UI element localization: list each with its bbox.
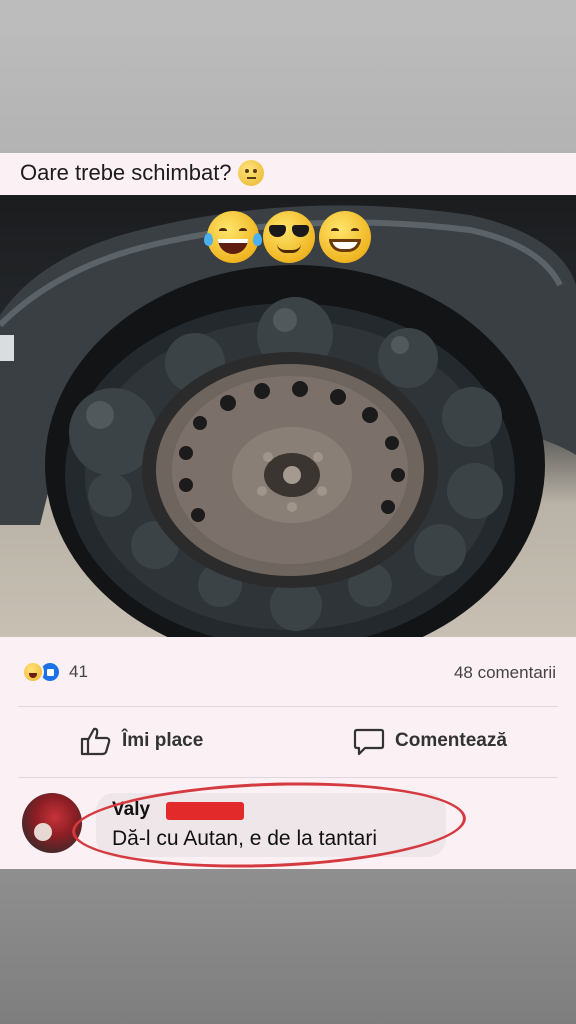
post-photo[interactable] — [0, 195, 576, 637]
reaction-count: 41 — [69, 662, 88, 681]
haha-reaction-icon — [22, 661, 44, 683]
highlight-circle — [70, 776, 468, 874]
divider — [18, 706, 558, 707]
speech-bubble-icon — [353, 728, 385, 756]
grinning-face-icon — [319, 211, 371, 263]
photo-emoji-overlay — [204, 211, 371, 263]
divider — [18, 777, 558, 778]
comments-count-link[interactable]: 48 comentarii — [454, 663, 556, 683]
like-button[interactable]: Îmi place — [80, 726, 203, 756]
post-stats: 41 48 comentarii — [0, 653, 576, 691]
comment-button[interactable]: Comentează — [353, 726, 507, 756]
thinking-face-icon — [237, 160, 264, 186]
comment-button-label: Comentează — [395, 730, 507, 751]
post-actions: Îmi place Comentează — [0, 718, 576, 770]
post-caption-text: Oare trebe schimbat? — [20, 160, 232, 185]
comment-item: Valy Dă-l cu Autan, e de la tantari — [0, 776, 576, 874]
sunglasses-face-icon — [263, 211, 315, 263]
thumbs-up-icon — [80, 727, 111, 756]
avatar[interactable] — [22, 793, 82, 853]
like-button-label: Îmi place — [122, 730, 204, 751]
top-background-band — [0, 0, 576, 153]
bottom-background-band — [0, 869, 576, 1024]
tears-of-joy-icon — [204, 211, 262, 263]
post-caption: Oare trebe schimbat? — [20, 153, 264, 193]
reactions-summary[interactable]: 41 — [22, 661, 88, 683]
facebook-post: Oare trebe schimbat? 41 48 comentarii Îm… — [0, 153, 576, 874]
